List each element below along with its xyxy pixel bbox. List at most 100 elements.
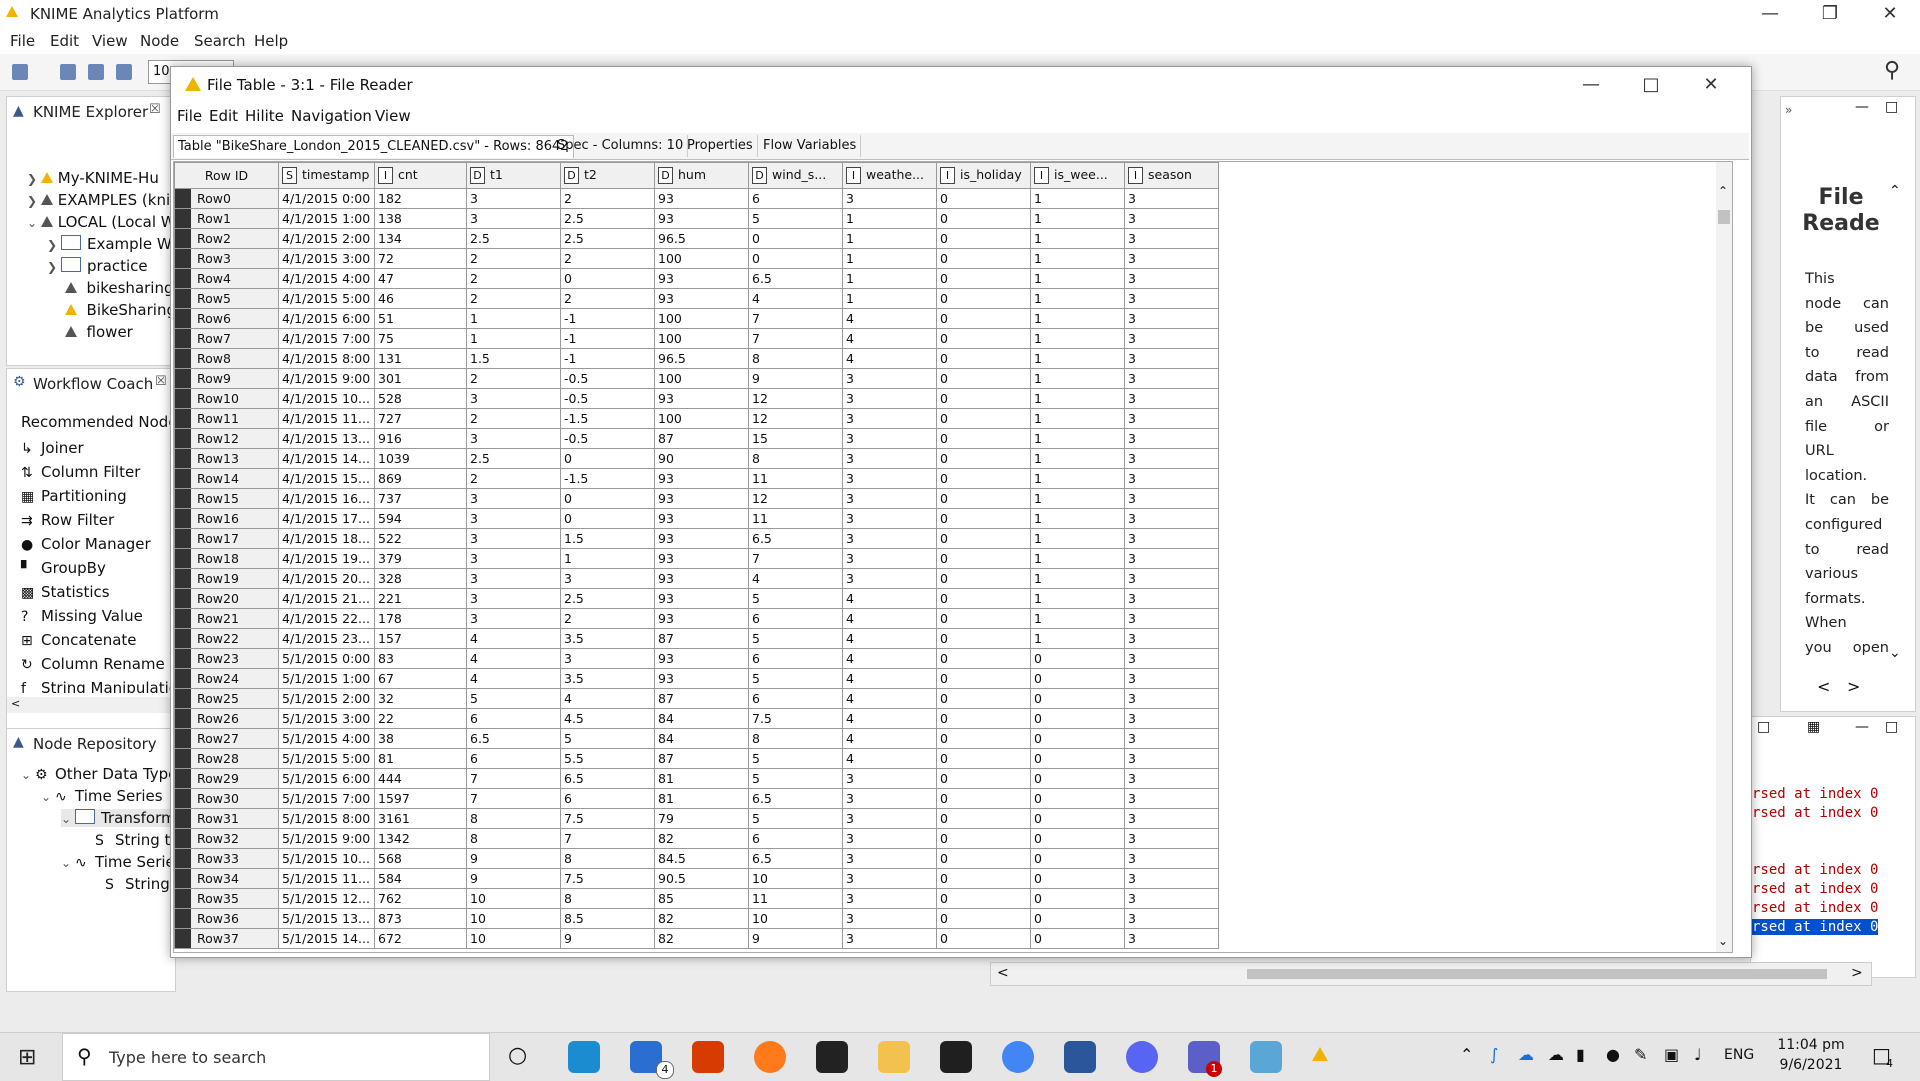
scroll-left-icon[interactable]: < (11, 697, 20, 710)
table-cell[interactable]: 7 (748, 328, 843, 349)
table-cell[interactable]: 328 (374, 568, 467, 589)
language-indicator[interactable]: ENG (1724, 1047, 1754, 1063)
table-cell[interactable]: 3 (1124, 608, 1219, 629)
table-cell[interactable]: 1 (1030, 548, 1125, 569)
table-cell[interactable]: 0 (936, 508, 1031, 529)
console-open-icon[interactable]: ▦ (1807, 719, 1820, 735)
table-cell[interactable]: 7.5 (560, 808, 655, 829)
table-cell[interactable]: 1 (1030, 408, 1125, 429)
table-cell[interactable]: 8 (748, 448, 843, 469)
table-cell[interactable]: 4/1/2015 5:00 (278, 288, 375, 309)
table-cell[interactable]: 9 (466, 848, 561, 869)
editor-hscrollbar[interactable]: < > (990, 962, 1872, 986)
table-cell[interactable]: 3 (1124, 268, 1219, 289)
table-cell[interactable]: 3 (842, 188, 937, 209)
table-cell[interactable]: 1 (1030, 248, 1125, 269)
file-explorer-icon[interactable] (878, 1041, 910, 1073)
forward-icon[interactable]: > (1847, 677, 1860, 696)
table-cell[interactable]: 5 (560, 728, 655, 749)
table-cell[interactable]: 3 (1124, 508, 1219, 529)
table-cell[interactable]: 522 (374, 528, 467, 549)
tree-item[interactable]: BikeSharing (65, 301, 176, 319)
table-row[interactable]: Row10 4/1/2015 10... 528 3 -0.5 93 12 3 0 1 3 (174, 388, 1219, 409)
table-cell[interactable]: 1 (1030, 488, 1125, 509)
table-cell[interactable]: 762 (374, 888, 467, 909)
notion-icon[interactable] (940, 1041, 972, 1073)
table-row[interactable]: Row34 5/1/2015 11... 584 9 7.5 90.5 10 3 0 0 3 (174, 868, 1219, 889)
table-cell[interactable]: 3 (466, 208, 561, 229)
table-cell[interactable]: 7.5 (748, 708, 843, 729)
table-cell[interactable]: 0 (1030, 868, 1125, 889)
minimize-icon[interactable]: — (1561, 71, 1621, 99)
table-row[interactable]: Row20 4/1/2015 21... 221 3 2.5 93 5 4 0 1 3 (174, 588, 1219, 609)
table-cell[interactable]: 182 (374, 188, 467, 209)
battery-icon[interactable]: ▮ (1576, 1045, 1585, 1064)
table-cell[interactable]: 8 (560, 888, 655, 909)
table-cell[interactable]: 3 (560, 568, 655, 589)
table-cell[interactable]: 0 (936, 568, 1031, 589)
table-cell[interactable]: -1 (560, 348, 655, 369)
table-row[interactable]: Row16 4/1/2015 17... 594 3 0 93 11 3 0 1 3 (174, 508, 1219, 529)
table-cell[interactable]: -1.5 (560, 468, 655, 489)
table-row[interactable]: Row33 5/1/2015 10... 568 9 8 84.5 6.5 3 0 0 3 (174, 848, 1219, 869)
tree-item[interactable]: ⌄ ∿ Time Series (41, 787, 163, 805)
row-id-cell[interactable]: Row18 (174, 548, 279, 569)
table-cell[interactable]: 3 (1124, 808, 1219, 829)
table-cell[interactable]: 0 (936, 768, 1031, 789)
table-cell[interactable]: 379 (374, 548, 467, 569)
table-cell[interactable]: 869 (374, 468, 467, 489)
table-cell[interactable]: 5/1/2015 12... (278, 888, 375, 909)
table-cell[interactable]: 5/1/2015 1:00 (278, 668, 375, 689)
table-cell[interactable]: 5/1/2015 13... (278, 908, 375, 929)
row-id-cell[interactable]: Row23 (174, 648, 279, 669)
table-cell[interactable]: 3 (1124, 468, 1219, 489)
table-cell[interactable]: 4 (842, 648, 937, 669)
table-cell[interactable]: 75 (374, 328, 467, 349)
table-cell[interactable]: 0 (1030, 908, 1125, 929)
table-cell[interactable]: 6.5 (560, 768, 655, 789)
table-cell[interactable]: 5/1/2015 5:00 (278, 748, 375, 769)
table-cell[interactable]: 1597 (374, 788, 467, 809)
table-cell[interactable]: 2.5 (560, 588, 655, 609)
table-cell[interactable]: 3 (1124, 748, 1219, 769)
table-row[interactable]: Row37 5/1/2015 14... 672 10 9 82 9 3 0 0 3 (174, 928, 1219, 949)
table-cell[interactable]: 12 (748, 408, 843, 429)
row-id-cell[interactable]: Row17 (174, 528, 279, 549)
table-cell[interactable]: 4/1/2015 2:00 (278, 228, 375, 249)
table-cell[interactable]: 3 (466, 548, 561, 569)
table-cell[interactable]: 727 (374, 408, 467, 429)
table-cell[interactable]: 584 (374, 868, 467, 889)
table-row[interactable]: Row36 5/1/2015 13... 873 10 8.5 82 10 3 0 0 3 (174, 908, 1219, 929)
table-cell[interactable]: 5/1/2015 7:00 (278, 788, 375, 809)
table-row[interactable]: Row29 5/1/2015 6:00 444 7 6.5 81 5 3 0 0 3 (174, 768, 1219, 789)
table-cell[interactable]: 0 (560, 508, 655, 529)
table-cell[interactable]: 87 (654, 428, 749, 449)
table-row[interactable]: Row2 4/1/2015 2:00 134 2.5 2.5 96.5 0 1 0 1 3 (174, 228, 1219, 249)
table-cell[interactable]: 4 (842, 348, 937, 369)
row-id-cell[interactable]: Row37 (174, 928, 279, 949)
tree-item[interactable]: ⌄ ∿ Time Serie (61, 853, 175, 871)
table-cell[interactable]: 3.5 (560, 628, 655, 649)
table-cell[interactable]: 2 (560, 248, 655, 269)
table-cell[interactable]: 3 (1124, 388, 1219, 409)
table-cell[interactable]: 5/1/2015 3:00 (278, 708, 375, 729)
list-item[interactable]: ↻ Column Rename (21, 655, 165, 673)
table-cell[interactable]: 0 (1030, 708, 1125, 729)
table-cell[interactable]: 1 (1030, 608, 1125, 629)
word-icon[interactable] (1064, 1041, 1096, 1073)
column-header[interactable]: Dhum (654, 162, 749, 189)
table-cell[interactable]: 6 (748, 608, 843, 629)
table-row[interactable]: Row21 4/1/2015 22... 178 3 2 93 6 4 0 1 3 (174, 608, 1219, 629)
table-row[interactable]: Row5 4/1/2015 5:00 46 2 2 93 4 1 0 1 3 (174, 288, 1219, 309)
table-cell[interactable]: 8 (466, 828, 561, 849)
table-cell[interactable]: 3 (1124, 328, 1219, 349)
table-cell[interactable]: 1 (1030, 348, 1125, 369)
table-cell[interactable]: 51 (374, 308, 467, 329)
close-icon[interactable]: ✕ (1681, 71, 1741, 99)
table-cell[interactable]: 9 (466, 868, 561, 889)
table-cell[interactable]: 96.5 (654, 348, 749, 369)
table-cell[interactable]: 0 (1030, 648, 1125, 669)
edge-icon[interactable] (568, 1041, 600, 1073)
table-cell[interactable]: 3 (842, 828, 937, 849)
pen-icon[interactable]: ✎ (1634, 1045, 1647, 1064)
